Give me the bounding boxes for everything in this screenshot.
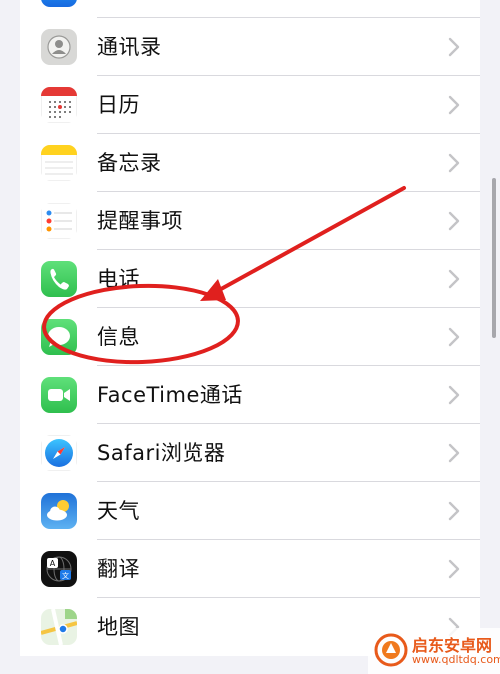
settings-row-label: 翻译 <box>97 557 140 581</box>
svg-text:A: A <box>50 559 56 568</box>
settings-row-facetime[interactable]: FaceTime通话 <box>20 366 480 424</box>
weather-icon <box>41 493 77 529</box>
settings-row-label: 日历 <box>97 93 140 117</box>
notes-icon <box>41 145 77 181</box>
settings-row-label: Safari浏览器 <box>97 441 226 465</box>
settings-row-label: 电话 <box>97 267 140 291</box>
chevron-right-icon <box>448 211 460 231</box>
chevron-right-icon <box>448 95 460 115</box>
settings-row-calendar[interactable]: 日历 <box>20 76 480 134</box>
watermark-url: www.qdltdq.com <box>412 653 500 666</box>
settings-screen: 邮件 通讯录 <box>0 0 500 674</box>
chevron-right-icon <box>448 327 460 347</box>
settings-app-list: 邮件 通讯录 <box>20 0 480 656</box>
maps-icon <box>41 609 77 645</box>
site-watermark: 启东安卓网 www.qdltdq.com <box>368 628 500 674</box>
chevron-right-icon <box>448 37 460 57</box>
settings-row-label: 通讯录 <box>97 35 162 59</box>
settings-row-notes[interactable]: 备忘录 <box>20 134 480 192</box>
chevron-right-icon <box>448 153 460 173</box>
mail-icon <box>41 0 77 7</box>
settings-row-messages[interactable]: 信息 <box>20 308 480 366</box>
svg-text:文: 文 <box>62 571 69 580</box>
scroll-indicator[interactable] <box>492 178 496 338</box>
settings-row-label: 备忘录 <box>97 151 162 175</box>
settings-row-safari[interactable]: Safari浏览器 <box>20 424 480 482</box>
chevron-right-icon <box>448 501 460 521</box>
settings-row-label: 邮件 <box>97 0 140 18</box>
safari-icon <box>41 435 77 471</box>
facetime-icon <box>41 377 77 413</box>
reminders-icon <box>41 203 77 239</box>
settings-row-label: 信息 <box>97 325 140 349</box>
chevron-right-icon <box>448 443 460 463</box>
settings-row-label: 提醒事项 <box>97 209 183 233</box>
settings-row-label: 地图 <box>97 615 140 639</box>
contacts-icon <box>41 29 77 65</box>
settings-row-weather[interactable]: 天气 <box>20 482 480 540</box>
watermark-logo-icon <box>374 633 408 667</box>
translate-icon: A 文 <box>41 551 77 587</box>
settings-row-phone[interactable]: 电话 <box>20 250 480 308</box>
chevron-right-icon <box>448 269 460 289</box>
phone-icon <box>41 261 77 297</box>
settings-row-label: 天气 <box>97 499 140 523</box>
messages-icon <box>41 319 77 355</box>
calendar-icon <box>41 87 77 123</box>
settings-row-reminders[interactable]: 提醒事项 <box>20 192 480 250</box>
chevron-right-icon <box>448 385 460 405</box>
chevron-right-icon <box>448 559 460 579</box>
settings-row-translate[interactable]: A 文 翻译 <box>20 540 480 598</box>
settings-row-mail[interactable]: 邮件 <box>20 0 480 18</box>
settings-row-contacts[interactable]: 通讯录 <box>20 18 480 76</box>
settings-row-label: FaceTime通话 <box>97 383 243 407</box>
